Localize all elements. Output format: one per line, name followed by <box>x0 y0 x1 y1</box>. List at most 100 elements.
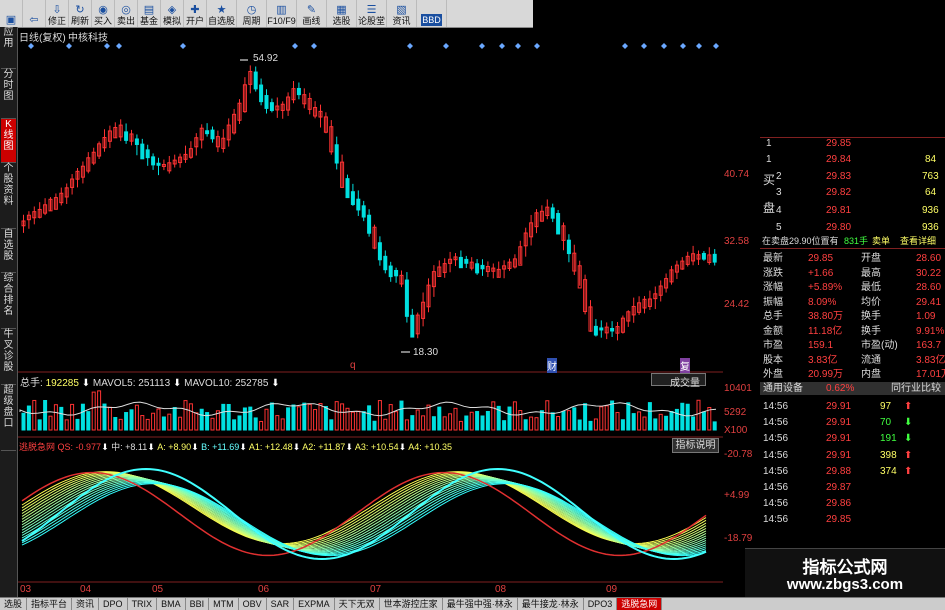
indicator-tab[interactable]: 天下无双 <box>335 598 380 610</box>
x-axis-label: 03 <box>20 584 32 595</box>
toolbar-button-1[interactable]: ⇦ <box>23 0 46 27</box>
indicator-tab[interactable]: 指标平台 <box>27 598 73 610</box>
toolbar-button-16[interactable]: BBD <box>417 0 447 27</box>
volume-bar <box>280 418 285 431</box>
chart-area[interactable] <box>18 27 723 597</box>
quote-panel: 买 盘 1 29.85 1 29.84 84 2 29.83 763 3 29.… <box>760 137 945 597</box>
volume-bar <box>588 420 593 431</box>
volume-bar <box>442 416 447 431</box>
account-icon: ✚ <box>190 4 200 16</box>
indicator-tab[interactable]: 选股 <box>0 598 28 610</box>
toolbar-button-12[interactable]: ✎ 画线 <box>297 0 327 27</box>
candle-body <box>556 213 561 235</box>
sidebar-item-ranking[interactable]: 综合排名 <box>1 273 16 329</box>
volume-panel[interactable] <box>19 390 717 431</box>
indicator-tab[interactable]: 世本游控庄家 <box>380 598 443 610</box>
indicator-tab[interactable]: DPO <box>99 598 128 610</box>
sidebar-item-diagnose[interactable]: 牛叉诊股 <box>1 329 16 385</box>
sidebar-item-favorites[interactable]: 自选股 <box>1 229 16 273</box>
toolbar-button-13[interactable]: ▦ 选股 <box>327 0 357 27</box>
volume-bar <box>658 413 663 431</box>
kline-panel[interactable] <box>21 43 719 353</box>
toolbar-button-2[interactable]: ⇩ 修正 <box>46 0 69 27</box>
volume-bar <box>696 399 701 431</box>
order-book-row: 5 29.80 936 <box>776 222 939 233</box>
toolbar-button-11[interactable]: ▥ F10/F9 <box>267 0 297 27</box>
candle-body <box>296 87 301 96</box>
volume-bar <box>583 403 588 431</box>
indicator-tab[interactable]: 最牛接龙·林永 <box>518 598 584 610</box>
industry-compare-link[interactable]: 同行业比较 <box>891 382 941 395</box>
order-book-row: 4 29.81 936 <box>776 205 939 216</box>
toolbar-button-6[interactable]: ▤ 基金 <box>138 0 161 27</box>
x-axis-label: 04 <box>80 584 92 595</box>
volume-bar <box>80 403 85 431</box>
toolbar-button-0[interactable]: ▣ <box>0 0 23 27</box>
volume-bar <box>464 415 469 431</box>
event-diamond-icon <box>515 43 521 49</box>
event-marker-restore[interactable]: 复 <box>680 358 690 373</box>
toolbar-button-8[interactable]: ✚ 开户 <box>184 0 207 27</box>
toolbar-button-7[interactable]: ◈ 模拟 <box>161 0 184 27</box>
volume-bar <box>264 408 269 431</box>
indicator-tab[interactable]: OBV <box>239 598 267 610</box>
volume-bar <box>194 412 199 431</box>
indicator-tab[interactable]: TRIX <box>128 598 158 610</box>
sidebar-item-app[interactable]: 应用 <box>1 27 16 69</box>
indicator-tab[interactable]: EXPMA <box>294 598 335 610</box>
back-arrow-icon: ⇦ <box>29 14 39 26</box>
event-marker-q[interactable]: q <box>350 360 356 371</box>
toolbar-button-15[interactable]: ▧ 资讯 <box>387 0 417 27</box>
sidebar-item-profile[interactable]: 个股资料 <box>1 163 16 229</box>
volume-bar <box>172 407 177 431</box>
toolbar-button-14[interactable]: ☰ 论股堂 <box>357 0 387 27</box>
indicator-tab[interactable]: 逃脱急网 <box>617 598 663 610</box>
toolbar-button-10[interactable]: ◷ 周期 <box>237 0 267 27</box>
candle-body <box>145 149 150 159</box>
candle-body <box>480 264 485 270</box>
sidebar-item-kline[interactable]: K线图 <box>1 119 16 163</box>
indicator-panel[interactable] <box>21 467 707 561</box>
candle-body <box>367 214 372 234</box>
volume-bar <box>426 404 431 431</box>
volume-bar <box>302 402 307 431</box>
sidebar-item-super-board[interactable]: 超级盘口 <box>1 385 16 451</box>
sidebar-item-timeshare[interactable]: 分时图 <box>1 69 16 119</box>
volume-bar <box>410 415 415 431</box>
indicator-tab[interactable]: 最牛强中强·林永 <box>443 598 518 610</box>
indicator-tab[interactable]: BMA <box>157 598 186 610</box>
volume-bar <box>685 403 690 431</box>
event-diamond-icon <box>499 43 505 49</box>
indicator-tab[interactable]: SAR <box>267 598 295 610</box>
event-marker-financial[interactable]: 财 <box>547 358 557 373</box>
toolbar-button-3[interactable]: ↻ 刷新 <box>69 0 92 27</box>
volume-bar <box>610 400 615 431</box>
x-axis-label: 06 <box>258 584 270 595</box>
volume-bar <box>86 411 91 431</box>
x-axis-label: 09 <box>606 584 618 595</box>
event-diamond-icon <box>407 43 413 49</box>
toolbar-button-9[interactable]: ★ 自选股 <box>207 0 237 27</box>
candle-body <box>156 162 161 166</box>
stock-name: 中核科技 <box>68 33 108 44</box>
toolbar-button-4[interactable]: ◉ 买入 <box>92 0 115 27</box>
volume-bar <box>637 411 642 431</box>
volume-bar <box>545 400 550 431</box>
bbd-icon: BBD <box>421 14 442 26</box>
low-price-label: 18.30 <box>413 347 439 358</box>
arrow-down-icon: ⬇ <box>292 442 301 452</box>
indicator-tab[interactable]: MTM <box>209 598 239 610</box>
indicator-tab[interactable]: 资讯 <box>72 598 100 610</box>
indicator-explain-button[interactable]: 指标说明 <box>672 438 719 453</box>
candle-body <box>253 71 258 90</box>
indicator-tab[interactable]: BBI <box>186 598 210 610</box>
quote-stat-row: 金额 11.18亿 换手 9.91% <box>763 325 945 337</box>
volume-bar <box>286 407 291 431</box>
toolbar-button-5[interactable]: ◎ 卖出 <box>115 0 138 27</box>
news-icon: ▧ <box>396 4 407 16</box>
indicator-tab[interactable]: DPO3 <box>584 598 618 610</box>
order-book-row: 1 29.84 84 <box>766 154 937 165</box>
volume-select[interactable]: 成交量 <box>651 373 706 389</box>
arrow-up-icon: ⬆ <box>904 449 913 461</box>
order-notice[interactable]: 在卖盘29.90位置有 831手 卖单 查看详细 <box>760 235 945 248</box>
